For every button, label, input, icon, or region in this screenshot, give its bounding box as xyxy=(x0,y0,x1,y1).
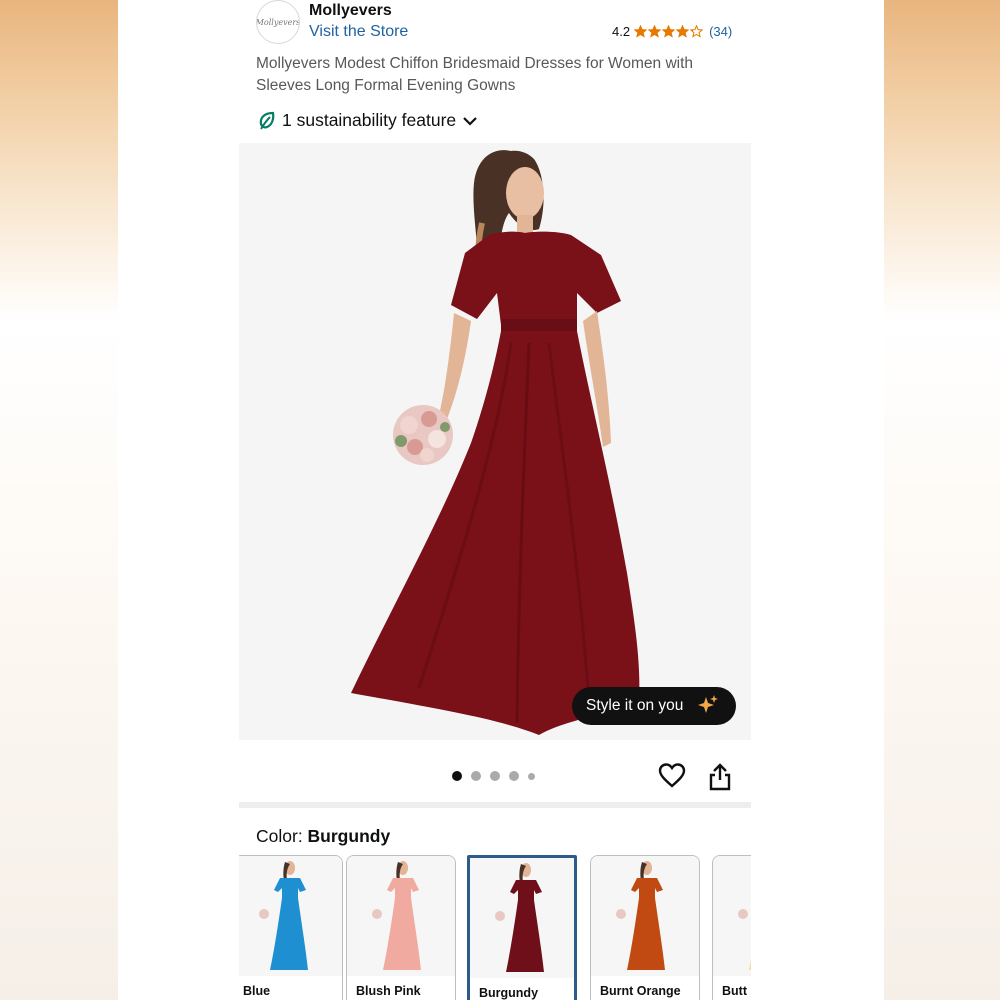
sustainability-label: 1 sustainability feature xyxy=(282,110,457,130)
product-image[interactable] xyxy=(239,143,751,740)
visit-store-link[interactable]: Visit the Store xyxy=(309,23,408,41)
color-swatch[interactable]: Burnt Orange xyxy=(590,855,700,1000)
section-divider xyxy=(239,802,751,808)
color-swatch[interactable]: Butt xyxy=(712,855,751,1000)
star-icon xyxy=(690,25,704,38)
color-label: Color: Burgundy xyxy=(256,826,390,847)
color-swatch[interactable]: Blush Pink xyxy=(346,855,456,1000)
star-rating xyxy=(634,25,704,38)
color-swatch[interactable]: Burgundy xyxy=(467,855,577,1000)
store-logo[interactable]: Mollyevers xyxy=(256,0,300,44)
star-icon xyxy=(676,25,690,38)
star-icon xyxy=(662,25,676,38)
rating-count-link[interactable]: (34) xyxy=(709,24,732,39)
swatch-label: Burgundy xyxy=(479,986,539,1000)
color-swatch-list: Blue Blush Pink Burgundy Burnt Orange Butt xyxy=(239,855,751,1000)
heart-icon[interactable] xyxy=(658,762,686,790)
swatch-thumbnail xyxy=(347,856,455,976)
swatch-label: Burnt Orange xyxy=(600,984,681,998)
swatch-thumbnail xyxy=(470,858,574,978)
image-pager-dots[interactable] xyxy=(452,771,535,781)
product-title: Mollyevers Modest Chiffon Bridesmaid Dre… xyxy=(256,55,694,94)
star-icon xyxy=(648,25,662,38)
product-page-content: Mollyevers Mollyevers Visit the Store 4.… xyxy=(118,0,884,1000)
style-it-on-you-button[interactable]: Style it on you xyxy=(572,687,736,725)
sustainability-toggle[interactable]: 1 sustainability feature xyxy=(258,110,478,131)
store-logo-text: Mollyevers xyxy=(256,17,300,27)
swatch-thumbnail xyxy=(591,856,699,976)
share-icon[interactable] xyxy=(708,762,732,792)
swatch-label: Blush Pink xyxy=(356,984,421,998)
swatch-thumbnail xyxy=(713,856,751,976)
pager-dot[interactable] xyxy=(471,771,481,781)
color-swatch[interactable]: Blue xyxy=(239,855,343,1000)
pager-dot[interactable] xyxy=(528,772,535,780)
rating-summary[interactable]: 4.2 (34) xyxy=(612,24,732,39)
pager-dot[interactable] xyxy=(490,771,500,781)
style-it-on-you-label: Style it on you xyxy=(586,697,684,714)
swatch-label: Butt xyxy=(722,984,747,998)
leaf-icon xyxy=(258,111,276,131)
pager-dot[interactable] xyxy=(452,771,462,781)
swatch-thumbnail xyxy=(239,856,342,976)
star-icon xyxy=(634,25,648,38)
rating-value: 4.2 xyxy=(612,24,631,39)
selected-color-name: Burgundy xyxy=(307,826,391,846)
color-label-prefix: Color: xyxy=(256,826,308,846)
store-name: Mollyevers xyxy=(309,2,392,19)
sparkle-icon xyxy=(697,694,719,719)
pager-dot[interactable] xyxy=(509,771,519,781)
swatch-label: Blue xyxy=(243,984,271,998)
dress-model-image xyxy=(351,150,640,735)
chevron-down-icon xyxy=(462,115,478,127)
